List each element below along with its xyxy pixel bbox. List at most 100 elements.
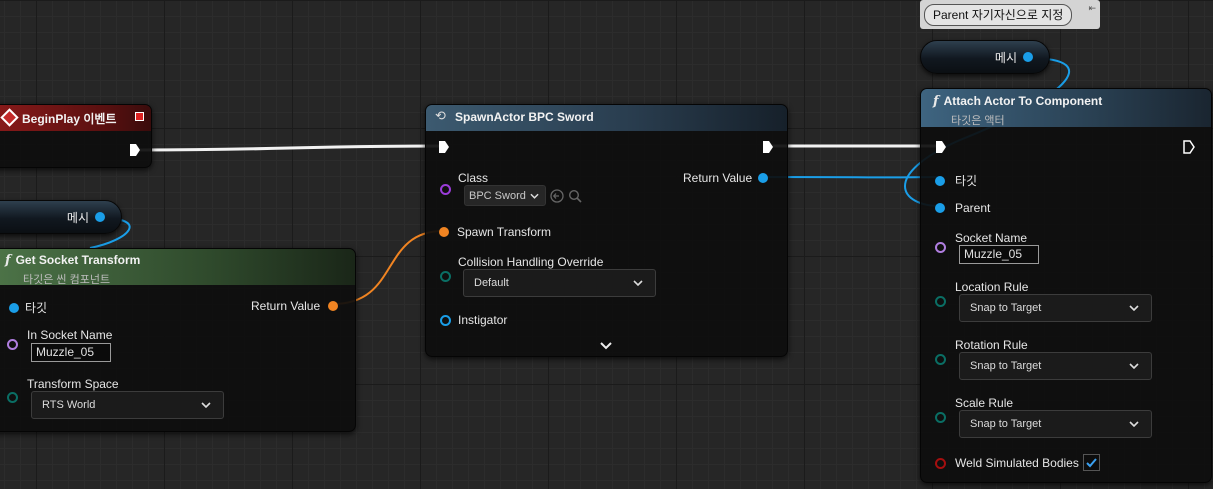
spawn-actor-node[interactable]: ⟲ SpawnActor BPC Sword Class BPC Sword R… bbox=[425, 104, 788, 357]
chevron-down-icon bbox=[1129, 363, 1139, 369]
mesh-label-left: 메시 bbox=[66, 210, 89, 225]
browse-search-icon[interactable] bbox=[568, 189, 582, 203]
spawn-transform-label: Spawn Transform bbox=[457, 225, 552, 239]
scale-rule-dot[interactable] bbox=[935, 412, 946, 423]
collision-handling-pin[interactable]: Collision Handling Override bbox=[458, 255, 603, 269]
mesh-variable-right[interactable]: 메시 bbox=[920, 40, 1050, 74]
target-pin-dot[interactable] bbox=[935, 175, 945, 186]
transform-space-label: Transform Space bbox=[27, 377, 119, 391]
attach-subtitle: 타깃은 액터 bbox=[951, 115, 1005, 127]
use-selected-arrow-icon[interactable] bbox=[550, 189, 564, 203]
socket-name-pin[interactable]: Socket Name bbox=[955, 231, 1027, 245]
target-pin-label: 타깃 bbox=[25, 301, 48, 315]
chevron-down-icon bbox=[530, 193, 539, 199]
delegate-pin-icon[interactable] bbox=[135, 112, 144, 121]
expand-chevron-icon[interactable] bbox=[600, 342, 612, 350]
class-pin-dot[interactable] bbox=[440, 184, 451, 195]
chevron-down-icon bbox=[1129, 305, 1139, 311]
pin-icon[interactable]: ⇤ bbox=[1088, 3, 1096, 14]
target-pin-dot[interactable] bbox=[9, 302, 19, 313]
get-socket-subtitle: 타깃은 씬 컴포넌트 bbox=[23, 274, 111, 286]
weld-checkbox[interactable] bbox=[1083, 454, 1100, 471]
location-rule-pin[interactable]: Location Rule bbox=[955, 280, 1028, 294]
collision-dot[interactable] bbox=[440, 271, 451, 282]
weld-simulated-bodies-pin[interactable]: Weld Simulated Bodies bbox=[955, 456, 1079, 470]
instigator-label: Instigator bbox=[458, 313, 508, 327]
in-socket-name-label: In Socket Name bbox=[27, 328, 113, 342]
spawn-transform-pin[interactable]: Spawn Transform bbox=[439, 225, 551, 239]
spawn-exec-out[interactable] bbox=[762, 140, 774, 159]
socket-name-field[interactable]: Muzzle_05 bbox=[959, 245, 1039, 264]
attach-target-pin[interactable]: 타깃 bbox=[935, 172, 977, 189]
attach-exec-in[interactable] bbox=[935, 140, 947, 159]
scale-rule-dropdown[interactable]: Snap to Target bbox=[959, 410, 1152, 438]
target-pin-label: 타깃 bbox=[955, 174, 978, 188]
weld-label: Weld Simulated Bodies bbox=[955, 456, 1079, 470]
spawn-transform-dot[interactable] bbox=[439, 227, 449, 237]
socket-name-dot[interactable] bbox=[935, 242, 946, 253]
attach-exec-out[interactable] bbox=[1183, 140, 1195, 159]
return-value-dot[interactable] bbox=[328, 301, 339, 311]
tooltip-comment: Parent 자기자신으로 지정 ⇤ bbox=[920, 0, 1100, 29]
attach-parent-pin[interactable]: Parent bbox=[935, 201, 990, 215]
instigator-dot[interactable] bbox=[440, 315, 451, 326]
function-icon: f bbox=[933, 94, 939, 109]
rotation-rule-label: Rotation Rule bbox=[955, 338, 1028, 352]
transform-space-pin[interactable]: Transform Space bbox=[27, 377, 119, 391]
location-rule-dot[interactable] bbox=[935, 296, 946, 307]
beginplay-title: BeginPlay 이벤트 bbox=[22, 112, 117, 126]
rotation-rule-dropdown[interactable]: Snap to Target bbox=[959, 352, 1152, 380]
class-pin[interactable]: Class bbox=[458, 171, 488, 185]
beginplay-event-node[interactable]: BeginPlay 이벤트 bbox=[0, 104, 152, 168]
location-rule-label: Location Rule bbox=[955, 280, 1029, 294]
collision-label: Collision Handling Override bbox=[458, 255, 604, 269]
parent-pin-dot[interactable] bbox=[935, 203, 945, 213]
attach-title: Attach Actor To Component bbox=[943, 94, 1103, 108]
get-socket-transform-node[interactable]: f Get Socket Transform 타깃은 씬 컴포넌트 타깃 Retu… bbox=[0, 248, 356, 432]
chevron-down-icon bbox=[201, 402, 211, 408]
event-diamond-icon bbox=[0, 108, 19, 127]
beginplay-exec-out[interactable] bbox=[129, 143, 141, 162]
exec-wire-beginplay-spawn bbox=[139, 144, 444, 152]
spawn-return-pin[interactable]: Return Value bbox=[683, 171, 769, 185]
instigator-pin[interactable]: Instigator bbox=[458, 313, 507, 327]
get-socket-return-pin[interactable]: Return Value bbox=[251, 299, 339, 313]
in-socket-name-pin[interactable]: In Socket Name bbox=[7, 328, 112, 342]
location-rule-value: Snap to Target bbox=[970, 302, 1042, 314]
scale-rule-label: Scale Rule bbox=[955, 396, 1014, 410]
weld-bool-dot[interactable] bbox=[935, 458, 946, 469]
transform-space-dropdown[interactable]: RTS World bbox=[31, 391, 224, 419]
socket-name-label: Socket Name bbox=[955, 231, 1028, 245]
in-socket-name-field[interactable]: Muzzle_05 bbox=[31, 343, 111, 362]
beginplay-header: BeginPlay 이벤트 bbox=[0, 105, 151, 131]
get-socket-header: f Get Socket Transform 타깃은 씬 컴포넌트 bbox=[0, 249, 355, 286]
class-label: Class bbox=[458, 171, 489, 185]
mesh-left-out-pin[interactable] bbox=[95, 212, 105, 222]
location-rule-dropdown[interactable]: Snap to Target bbox=[959, 294, 1152, 322]
function-icon: f bbox=[5, 253, 11, 268]
return-value-dot[interactable] bbox=[758, 173, 769, 183]
rotation-rule-pin[interactable]: Rotation Rule bbox=[955, 338, 1028, 352]
attach-header: f Attach Actor To Component 타깃은 액터 bbox=[921, 89, 1211, 127]
rotation-rule-dot[interactable] bbox=[935, 354, 946, 365]
return-value-label: Return Value bbox=[683, 171, 753, 185]
mesh-right-out-pin[interactable] bbox=[1023, 52, 1033, 62]
chevron-down-icon bbox=[1129, 421, 1139, 427]
checkmark-icon bbox=[1086, 458, 1097, 468]
class-dropdown[interactable]: BPC Sword bbox=[464, 185, 546, 206]
attach-actor-node[interactable]: f Attach Actor To Component 타깃은 액터 타깃 Par… bbox=[920, 88, 1212, 483]
mesh-variable-left[interactable]: 메시 bbox=[0, 200, 122, 234]
get-socket-target-pin[interactable]: 타깃 bbox=[9, 299, 47, 316]
in-socket-name-dot[interactable] bbox=[7, 339, 18, 350]
scale-rule-value: Snap to Target bbox=[970, 418, 1042, 430]
collision-dropdown[interactable]: Default bbox=[463, 269, 656, 297]
class-value: BPC Sword bbox=[469, 189, 526, 202]
spawn-icon: ⟲ bbox=[435, 108, 446, 123]
rotation-rule-value: Snap to Target bbox=[970, 360, 1042, 372]
spawn-exec-in[interactable] bbox=[438, 140, 450, 159]
scale-rule-pin[interactable]: Scale Rule bbox=[955, 396, 1013, 410]
tooltip-text: Parent 자기자신으로 지정 bbox=[924, 4, 1073, 26]
transform-space-dot[interactable] bbox=[7, 392, 18, 403]
spawn-actor-title: SpawnActor BPC Sword bbox=[455, 110, 594, 124]
parent-pin-label: Parent bbox=[955, 201, 991, 215]
